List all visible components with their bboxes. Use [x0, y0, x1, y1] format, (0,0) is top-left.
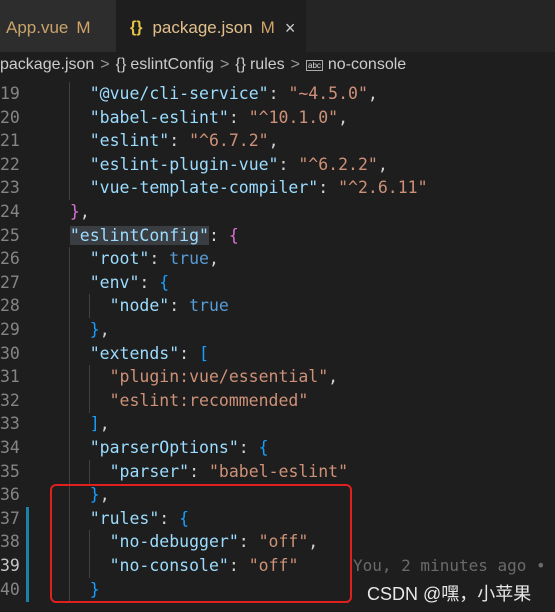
tab-package-json[interactable]: {} package.json M × — [116, 0, 306, 56]
string-property-icon: abc — [306, 59, 323, 71]
line-number: 30 — [0, 343, 20, 363]
line-number: 33 — [0, 414, 20, 434]
code-text: "eslintConfig": { — [69, 225, 239, 245]
editor-tab-bar: App.vue M {} package.json M × — [0, 0, 555, 56]
highlight-box — [50, 484, 352, 603]
code-text: "babel-eslint": "^10.1.0", — [89, 107, 349, 127]
breadcrumb-file[interactable]: package.json — [0, 56, 94, 74]
chevron-right-icon: > — [219, 56, 230, 73]
code-line[interactable]: 28 "node": true — [0, 294, 555, 319]
line-number: 28 — [0, 296, 20, 316]
breadcrumb: package.json > {} eslintConfig > {} rule… — [0, 52, 555, 78]
code-line[interactable]: 31 "plugin:vue/essential", — [0, 365, 555, 390]
code-line[interactable]: 21 "eslint": "^6.7.2", — [0, 129, 555, 154]
line-number: 40 — [0, 579, 20, 599]
code-line[interactable]: 27 "env": { — [0, 270, 555, 295]
watermark: CSDN @嘿，小苹果 — [367, 584, 532, 604]
line-number: 24 — [0, 202, 20, 221]
code-line[interactable]: 34 "parserOptions": { — [0, 436, 555, 460]
git-modified-marker — [26, 506, 29, 531]
code-line[interactable]: 19 "@vue/cli-service": "~4.5.0", — [0, 82, 555, 106]
breadcrumb-item-no-console[interactable]: abc no-console — [306, 56, 406, 74]
code-text: ], — [89, 414, 110, 434]
object-icon: {} — [115, 56, 127, 73]
line-number: 21 — [0, 131, 20, 151]
code-line[interactable]: 24 }, — [0, 200, 555, 224]
breadcrumb-item-label: eslintConfig — [130, 56, 214, 73]
code-text: "eslint": "^6.7.2", — [89, 131, 279, 151]
line-number: 27 — [0, 272, 20, 292]
code-line[interactable]: 35 "parser": "babel-eslint" — [0, 459, 555, 484]
tab-label: package.json — [152, 18, 253, 37]
code-line[interactable]: 23 "vue-template-compiler": "^2.6.11" — [0, 176, 555, 201]
line-number: 38 — [0, 532, 20, 552]
line-number: 29 — [0, 320, 20, 339]
breadcrumb-file-label: package.json — [0, 56, 95, 73]
code-text: }, — [69, 202, 90, 221]
git-modified-marker — [26, 554, 29, 578]
code-line[interactable]: 29 }, — [0, 318, 555, 342]
breadcrumb-item-label: rules — [249, 56, 285, 73]
line-number: 31 — [0, 367, 20, 387]
close-tab-icon[interactable]: × — [285, 18, 296, 39]
code-text: "plugin:vue/essential", — [109, 367, 339, 387]
code-text: "root": true, — [89, 249, 219, 269]
code-text: "eslint-plugin-vue": "^6.2.2", — [89, 154, 388, 174]
breadcrumb-item-label: no-console — [327, 56, 407, 73]
code-text: "parser": "babel-eslint" — [109, 461, 349, 481]
code-text: "eslint:recommended" — [109, 390, 309, 410]
code-line[interactable]: 33 ], — [0, 412, 555, 437]
modified-indicator: M — [76, 18, 91, 37]
code-text: }, — [89, 320, 110, 339]
code-text: "node": true — [109, 296, 229, 316]
line-number: 37 — [0, 508, 20, 528]
json-file-icon: {} — [130, 19, 143, 36]
git-blame-annotation: You, 2 minutes ago • — [353, 556, 546, 575]
code-text: "@vue/cli-service": "~4.5.0", — [89, 84, 378, 103]
line-number: 26 — [0, 249, 20, 269]
code-line[interactable]: 30 "extends": [ — [0, 341, 555, 366]
object-icon: {} — [235, 56, 246, 73]
line-number: 19 — [0, 84, 20, 103]
code-line[interactable]: 20 "babel-eslint": "^10.1.0", — [0, 105, 555, 130]
chevron-right-icon: > — [290, 56, 300, 73]
line-number: 25 — [0, 225, 20, 245]
line-number: 39 — [0, 556, 20, 575]
code-line[interactable]: 22 "eslint-plugin-vue": "^6.2.2", — [0, 152, 555, 177]
line-number: 36 — [0, 485, 20, 505]
line-number: 20 — [0, 107, 20, 127]
line-number: 22 — [0, 154, 20, 174]
code-line[interactable]: 26 "root": true, — [0, 247, 555, 272]
tab-app-vue[interactable]: App.vue M — [0, 0, 116, 56]
code-line[interactable]: 25 "eslintConfig": { — [0, 224, 555, 248]
breadcrumb-item-rules[interactable]: {} rules — [235, 56, 284, 74]
line-number: 23 — [0, 178, 20, 198]
chevron-right-icon: > — [100, 56, 110, 73]
code-text: "env": { — [89, 272, 170, 292]
code-line[interactable]: 32 "eslint:recommended" — [0, 388, 555, 413]
modified-indicator: M — [260, 18, 275, 37]
breadcrumb-item-eslintconfig[interactable]: {} eslintConfig — [116, 56, 214, 74]
line-number: 34 — [0, 438, 20, 457]
git-modified-marker — [26, 577, 29, 602]
code-text: "parserOptions": { — [89, 438, 269, 457]
code-text: "extends": [ — [89, 343, 209, 363]
tab-label: App.vue — [6, 18, 69, 37]
code-text: "vue-template-compiler": "^2.6.11" — [89, 178, 428, 198]
line-number: 32 — [0, 390, 20, 410]
git-modified-marker — [26, 530, 29, 555]
line-number: 35 — [0, 461, 20, 481]
